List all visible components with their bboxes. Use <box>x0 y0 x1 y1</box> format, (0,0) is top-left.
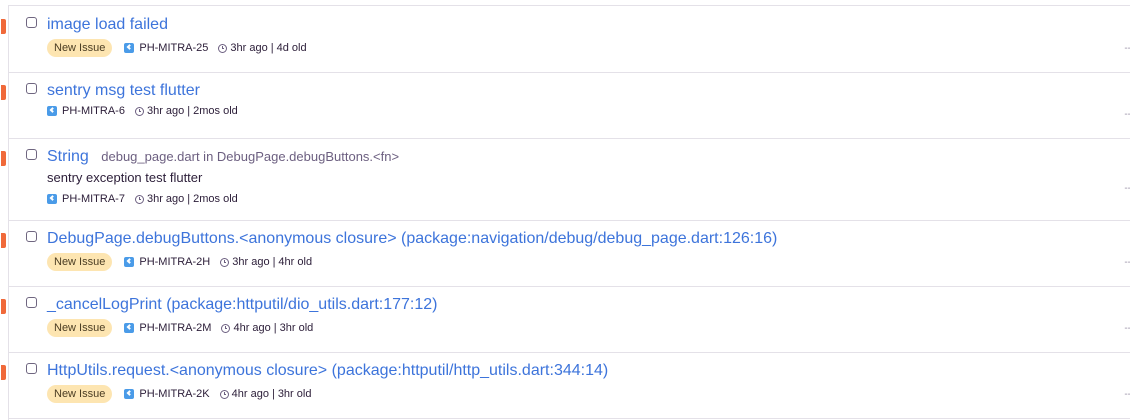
separator: | <box>271 388 275 400</box>
clock-icon <box>218 43 228 53</box>
clock-icon <box>221 323 231 333</box>
clock-icon <box>134 106 144 116</box>
issue-short-id[interactable]: PH-MITRA-25 <box>139 42 208 54</box>
new-issue-badge[interactable]: New Issue <box>47 253 113 271</box>
issue-row[interactable]: image load failed New Issue PH-MITRA-25 … <box>1 6 1130 73</box>
clock-icon <box>219 389 229 399</box>
issue-meta: PH-MITRA-7 3hr ago | 2mos old <box>47 190 238 208</box>
issue-title[interactable]: sentry msg test flutter <box>47 81 200 100</box>
error-level-indicator <box>1 19 6 34</box>
issue-location: debug_page.dart in DebugPage.debugButton… <box>101 149 400 164</box>
issue-row[interactable]: _cancelLogPrint (package:httputil/dio_ut… <box>1 286 1130 353</box>
new-issue-badge[interactable]: New Issue <box>47 319 113 337</box>
issue-message: sentry exception test flutter <box>47 170 203 185</box>
issue-title-text[interactable]: DebugPage.debugButtons.<anonymous closur… <box>47 230 777 247</box>
flutter-icon <box>124 323 135 333</box>
issue-title-text[interactable]: String <box>47 148 89 165</box>
issue-short-id[interactable]: PH-MITRA-6 <box>62 105 125 117</box>
first-seen-age[interactable]: 4d old <box>277 42 307 54</box>
trend-placeholder: -- <box>1124 323 1130 334</box>
last-seen[interactable]: 3hr ago <box>230 42 267 54</box>
trend-placeholder: -- <box>1124 389 1130 400</box>
issue-row[interactable]: String debug_page.dart in DebugPage.debu… <box>1 138 1130 221</box>
issue-short-id[interactable]: PH-MITRA-2H <box>139 256 210 268</box>
flutter-icon <box>47 106 57 116</box>
issue-meta: PH-MITRA-6 3hr ago | 2mos old <box>47 102 238 120</box>
first-seen-age[interactable]: 2mos old <box>193 193 238 205</box>
error-level-indicator <box>1 85 6 100</box>
issue-select-checkbox[interactable] <box>26 363 37 374</box>
issue-short-id[interactable]: PH-MITRA-2K <box>139 388 209 400</box>
issue-select-checkbox[interactable] <box>26 297 37 308</box>
issue-title-text[interactable]: sentry msg test flutter <box>47 82 200 99</box>
first-seen-age[interactable]: 3hr old <box>280 322 314 334</box>
issue-list: image load failed New Issue PH-MITRA-25 … <box>1 5 1130 420</box>
issue-select-checkbox[interactable] <box>26 149 37 160</box>
separator: | <box>187 193 191 205</box>
flutter-icon <box>47 194 57 204</box>
issue-meta: New Issue PH-MITRA-25 3hr ago | 4d old <box>47 39 307 57</box>
separator: | <box>273 322 277 334</box>
first-seen-age[interactable]: 2mos old <box>193 105 238 117</box>
trend-placeholder: -- <box>1124 257 1130 268</box>
trend-placeholder: -- <box>1124 183 1130 194</box>
issue-title[interactable]: String debug_page.dart in DebugPage.debu… <box>47 147 399 166</box>
clock-icon <box>134 194 144 204</box>
issue-select-checkbox[interactable] <box>26 231 37 242</box>
trend-placeholder: -- <box>1124 43 1130 54</box>
trend-placeholder: -- <box>1124 109 1130 120</box>
issue-title[interactable]: _cancelLogPrint (package:httputil/dio_ut… <box>47 295 437 314</box>
last-seen[interactable]: 3hr ago <box>147 193 184 205</box>
issue-title-text[interactable]: _cancelLogPrint (package:httputil/dio_ut… <box>47 296 437 313</box>
error-level-indicator <box>1 151 6 166</box>
issue-select-checkbox[interactable] <box>26 83 37 94</box>
last-seen[interactable]: 4hr ago <box>232 388 269 400</box>
issue-short-id[interactable]: PH-MITRA-2M <box>139 322 211 334</box>
issue-meta: New Issue PH-MITRA-2K 4hr ago | 3hr old <box>47 385 311 403</box>
clock-icon <box>220 257 230 267</box>
separator: | <box>272 256 276 268</box>
issue-row[interactable]: sentry msg test flutter PH-MITRA-6 3hr a… <box>1 72 1130 139</box>
new-issue-badge[interactable]: New Issue <box>47 385 113 403</box>
separator: | <box>270 42 274 54</box>
error-level-indicator <box>1 365 6 380</box>
first-seen-age[interactable]: 3hr old <box>278 388 312 400</box>
issue-title[interactable]: DebugPage.debugButtons.<anonymous closur… <box>47 229 777 248</box>
last-seen[interactable]: 4hr ago <box>233 322 270 334</box>
error-level-indicator <box>1 299 6 314</box>
issue-row[interactable]: HttpUtils.request.<anonymous closure> (p… <box>1 352 1130 419</box>
flutter-icon <box>124 43 135 53</box>
issue-meta: New Issue PH-MITRA-2M 4hr ago | 3hr old <box>47 319 313 337</box>
first-seen-age[interactable]: 4hr old <box>278 256 312 268</box>
issue-select-checkbox[interactable] <box>26 17 37 28</box>
issue-meta: New Issue PH-MITRA-2H 3hr ago | 4hr old <box>47 253 312 271</box>
error-level-indicator <box>1 233 6 248</box>
new-issue-badge[interactable]: New Issue <box>47 39 113 57</box>
issue-title-text[interactable]: HttpUtils.request.<anonymous closure> (p… <box>47 362 608 379</box>
issue-title[interactable]: image load failed <box>47 15 168 34</box>
last-seen[interactable]: 3hr ago <box>147 105 184 117</box>
last-seen[interactable]: 3hr ago <box>232 256 269 268</box>
issue-row[interactable]: DebugPage.debugButtons.<anonymous closur… <box>1 220 1130 287</box>
flutter-icon <box>124 389 135 399</box>
issue-title-text[interactable]: image load failed <box>47 16 168 33</box>
separator: | <box>187 105 191 117</box>
flutter-icon <box>124 257 135 267</box>
issue-short-id[interactable]: PH-MITRA-7 <box>62 193 125 205</box>
issue-title[interactable]: HttpUtils.request.<anonymous closure> (p… <box>47 361 608 380</box>
